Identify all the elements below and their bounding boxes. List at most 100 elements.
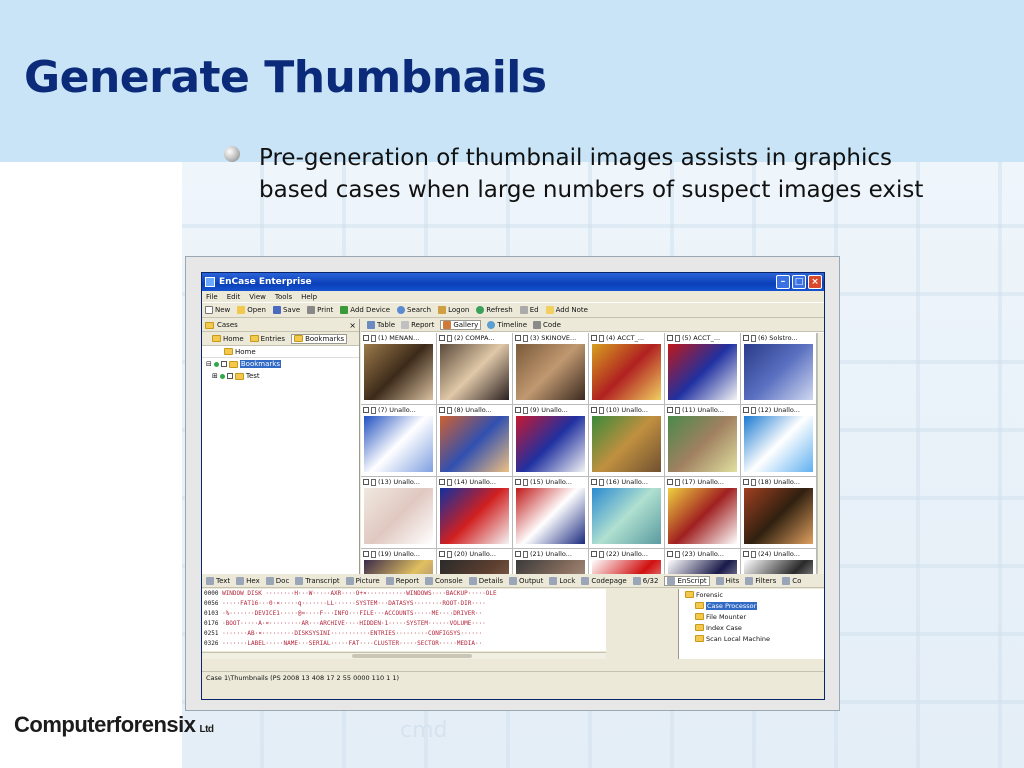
toolbar-refresh-button[interactable]: Refresh [476, 306, 513, 314]
scroll-thumb[interactable] [352, 654, 472, 658]
thumbnail-image[interactable] [592, 560, 661, 574]
cases-close-icon[interactable]: × [349, 321, 356, 330]
thumbnail-image[interactable] [592, 344, 661, 400]
bottom-tab[interactable]: Filters [745, 577, 776, 585]
thumbnail-checkbox[interactable] [515, 479, 521, 485]
bottom-tab[interactable]: Transcript [295, 577, 340, 585]
thumbnail-checkbox[interactable] [667, 479, 673, 485]
thumbnail-checkbox[interactable] [363, 335, 369, 341]
thumbnail-checkbox[interactable] [515, 551, 521, 557]
thumbnail-image[interactable] [744, 488, 813, 544]
tab-bookmarks[interactable]: Bookmarks [291, 333, 348, 344]
toolbar-open-button[interactable]: Open [237, 306, 266, 314]
gallery-scrollbar[interactable] [817, 333, 824, 574]
thumbnail-cell[interactable]: (18) Unallo... [741, 477, 816, 548]
bottom-tab[interactable]: 6/32 [632, 577, 658, 585]
thumbnail-checkbox[interactable] [591, 479, 597, 485]
thumbnail-cell[interactable]: (17) Unallo... [665, 477, 740, 548]
tab-code[interactable]: Code [533, 321, 561, 329]
tab-gallery[interactable]: Gallery [440, 320, 482, 330]
thumbnail-cell[interactable]: (9) Unallo... [513, 405, 588, 476]
thumbnail-cell[interactable]: (23) Unallo... [665, 549, 740, 574]
thumbnail-image[interactable] [440, 560, 509, 574]
bottom-tab[interactable]: EnScript [664, 576, 710, 586]
thumbnail-checkbox[interactable] [743, 479, 749, 485]
thumbnail-cell[interactable]: (7) Unallo... [361, 405, 436, 476]
thumbnail-image[interactable] [668, 488, 737, 544]
thumbnail-checkbox[interactable] [439, 407, 445, 413]
thumbnail-checkbox[interactable] [515, 407, 521, 413]
home-row[interactable]: Home [202, 346, 359, 358]
hex-view[interactable]: 0000 WINDOW DISK ········H···W·····AXR··… [202, 589, 606, 651]
menu-file[interactable]: File [206, 293, 218, 301]
thumbnail-cell[interactable]: (13) Unallo... [361, 477, 436, 548]
thumbnail-checkbox[interactable] [743, 335, 749, 341]
thumbnail-cell[interactable]: (2) COMPA... [437, 333, 512, 404]
thumbnail-image[interactable] [744, 560, 813, 574]
menu-help[interactable]: Help [301, 293, 317, 301]
tree-checkbox[interactable] [220, 361, 227, 367]
toolbar-add-device-button[interactable]: Add Device [340, 306, 390, 314]
tree-item-bookmarks[interactable]: ⊟ Bookmarks [202, 358, 359, 370]
menu-view[interactable]: View [249, 293, 266, 301]
thumbnail-checkbox[interactable] [667, 551, 673, 557]
thumbnail-cell[interactable]: (19) Unallo... [361, 549, 436, 574]
thumbnail-image[interactable] [364, 560, 433, 574]
bottom-tab[interactable]: Report [385, 577, 419, 585]
hex-horizontal-scrollbar[interactable] [202, 652, 606, 659]
thumbnail-image[interactable] [668, 416, 737, 472]
thumbnail-checkbox[interactable] [743, 551, 749, 557]
thumbnail-checkbox[interactable] [667, 335, 673, 341]
bottom-tab[interactable]: Details [468, 577, 503, 585]
bottom-tab[interactable]: Output [509, 577, 543, 585]
thumbnail-cell[interactable]: (8) Unallo... [437, 405, 512, 476]
thumbnail-image[interactable] [440, 488, 509, 544]
thumbnail-image[interactable] [440, 344, 509, 400]
thumbnail-cell[interactable]: (24) Unallo... [741, 549, 816, 574]
thumbnail-checkbox[interactable] [363, 551, 369, 557]
enscript-tree-item[interactable]: File Mounter [685, 611, 824, 622]
thumbnail-image[interactable] [440, 416, 509, 472]
thumbnail-cell[interactable]: (5) ACCT_... [665, 333, 740, 404]
thumbnail-image[interactable] [516, 488, 585, 544]
enscript-tree-item[interactable]: Case Processor [685, 600, 824, 611]
bottom-tab[interactable]: Co [782, 577, 801, 585]
bottom-tab[interactable]: Codepage [581, 577, 627, 585]
thumbnail-checkbox[interactable] [591, 551, 597, 557]
toolbar-print-button[interactable]: Print [307, 306, 333, 314]
bottom-tab[interactable]: Lock [549, 577, 575, 585]
minimize-button[interactable]: – [776, 275, 790, 289]
bottom-tab[interactable]: Text [206, 577, 230, 585]
toolbar-new-button[interactable]: New [205, 306, 230, 314]
thumbnail-cell[interactable]: (10) Unallo... [589, 405, 664, 476]
thumbnail-checkbox[interactable] [591, 407, 597, 413]
maximize-button[interactable]: □ [792, 275, 806, 289]
tab-report[interactable]: Report [401, 321, 434, 329]
thumbnail-checkbox[interactable] [439, 335, 445, 341]
thumbnail-cell[interactable]: (16) Unallo... [589, 477, 664, 548]
thumbnail-cell[interactable]: (20) Unallo... [437, 549, 512, 574]
thumbnail-checkbox[interactable] [743, 407, 749, 413]
tree-checkbox[interactable] [226, 373, 233, 379]
bottom-tab[interactable]: Picture [345, 577, 380, 585]
thumbnail-cell[interactable]: (12) Unallo... [741, 405, 816, 476]
thumbnail-image[interactable] [516, 416, 585, 472]
tab-home[interactable]: Home [212, 335, 244, 343]
thumbnail-checkbox[interactable] [439, 479, 445, 485]
thumbnail-cell[interactable]: (6) Solstro... [741, 333, 816, 404]
menu-tools[interactable]: Tools [275, 293, 292, 301]
toolbar-add-note-button[interactable]: Add Note [545, 306, 588, 314]
thumbnail-image[interactable] [592, 416, 661, 472]
thumbnail-image[interactable] [744, 344, 813, 400]
thumbnail-image[interactable] [364, 344, 433, 400]
toolbar-ed-button[interactable]: Ed [519, 306, 539, 314]
thumbnail-cell[interactable]: (22) Unallo... [589, 549, 664, 574]
thumbnail-image[interactable] [668, 344, 737, 400]
tab-entries[interactable]: Entries [249, 335, 285, 343]
thumbnail-image[interactable] [364, 416, 433, 472]
thumbnail-cell[interactable]: (4) ACCT_... [589, 333, 664, 404]
tree-item-test[interactable]: ⊞ Test [202, 370, 359, 382]
close-button[interactable]: × [808, 275, 822, 289]
thumbnail-cell[interactable]: (1) MENAN... [361, 333, 436, 404]
tab-timeline[interactable]: Timeline [487, 321, 527, 329]
